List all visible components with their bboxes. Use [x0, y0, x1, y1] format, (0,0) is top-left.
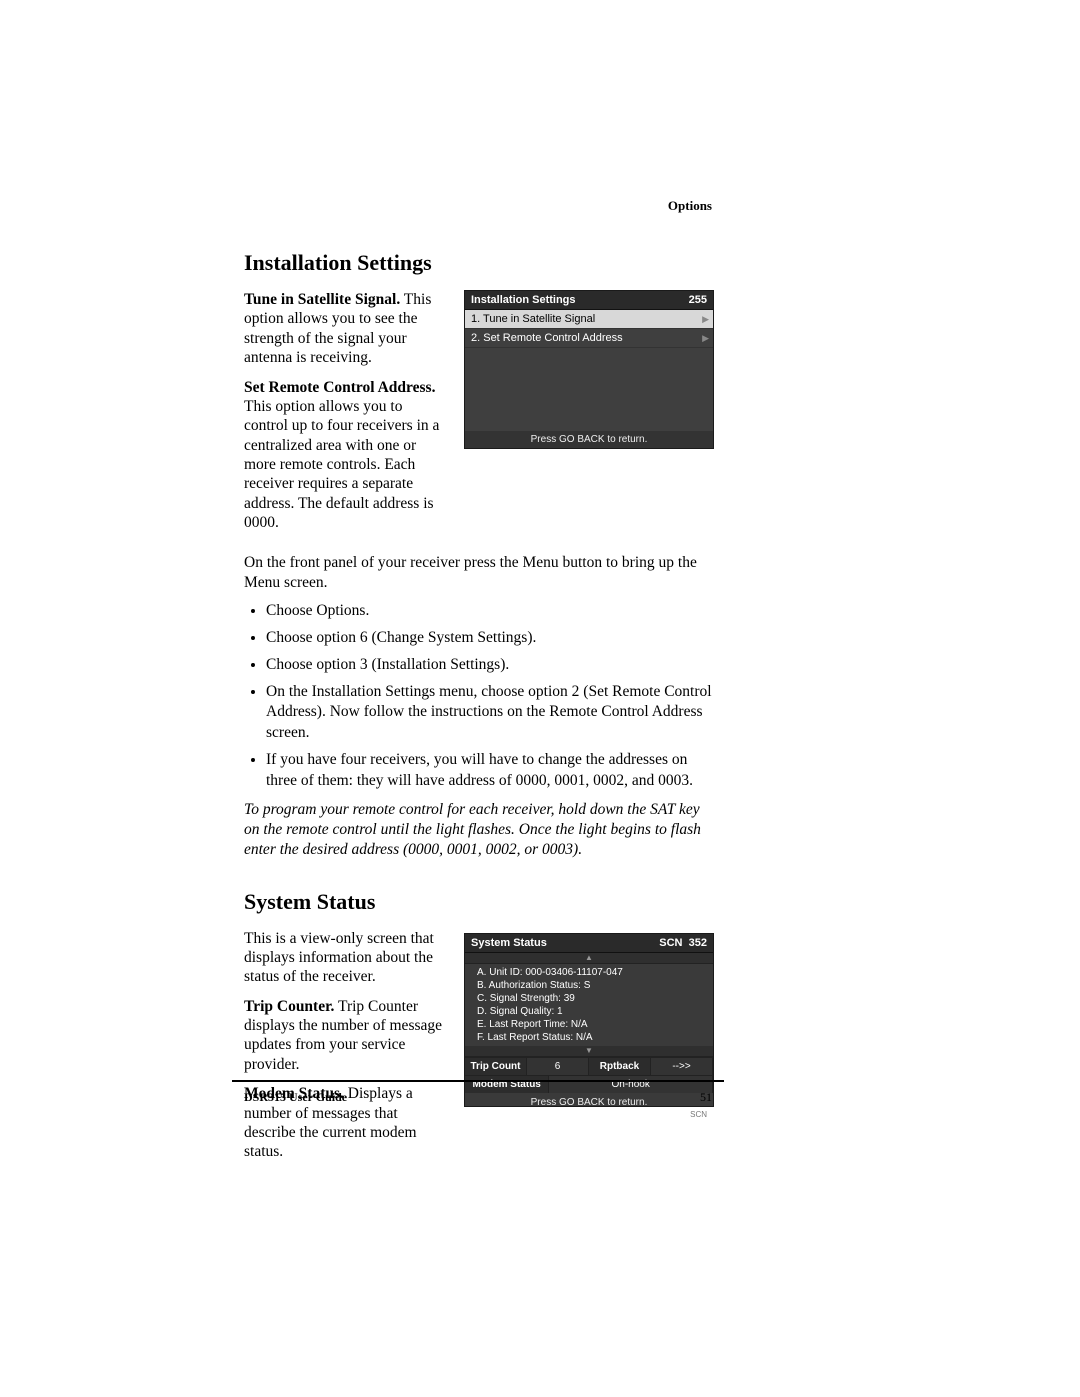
osd1-menu-item-2: 2. Set Remote Control Address ▶ [465, 329, 713, 348]
osd1-menu-item-1: 1. Tune in Satellite Signal ▶ [465, 310, 713, 329]
rptback-value-cell: -->> [651, 1058, 713, 1075]
remote-address-label: Set Remote Control Address. [244, 379, 435, 396]
instruction-list: Choose Options. Choose option 6 (Change … [244, 601, 712, 792]
list-item: Choose option 6 (Change System Settings)… [266, 628, 712, 649]
list-item: Choose option 3 (Installation Settings). [266, 655, 712, 676]
status-line: C. Signal Strength: 39 [477, 992, 705, 1005]
osd2-code: 352 [689, 937, 707, 949]
list-item: Choose Options. [266, 601, 712, 622]
osd1-code: 255 [689, 294, 707, 306]
trip-counter-label: Trip Counter. [244, 998, 334, 1015]
chevron-right-icon: ▶ [702, 314, 709, 325]
footer-page-number: 51 [700, 1090, 712, 1105]
scroll-down-icon: ▼ [465, 1046, 713, 1057]
trip-count-label-cell: Trip Count [465, 1058, 527, 1075]
installation-settings-screenshot: Installation Settings 255 1. Tune in Sat… [464, 290, 714, 449]
status-line: E. Last Report Time: N/A [477, 1018, 705, 1031]
trip-count-value-cell: 6 [527, 1058, 589, 1075]
status-text-column: This is a view-only screen that displays… [244, 929, 450, 1172]
status-line: D. Signal Quality: 1 [477, 1005, 705, 1018]
osd1-footer: Press GO BACK to return. [465, 431, 713, 448]
rptback-label-cell: Rptback [589, 1058, 651, 1075]
remote-address-text: This option allows you to control up to … [244, 398, 439, 531]
tune-signal-label: Tune in Satellite Signal. [244, 291, 400, 308]
osd1-title: Installation Settings [471, 294, 576, 306]
status-line: A. Unit ID: 000-03406-11107-047 [477, 966, 705, 979]
front-panel-paragraph: On the front panel of your receiver pres… [244, 553, 712, 593]
chevron-right-icon: ▶ [702, 333, 709, 344]
list-item: On the Installation Settings menu, choos… [266, 682, 712, 745]
footer-rule [232, 1080, 724, 1082]
scroll-up-icon: ▲ [465, 953, 713, 964]
osd2-brand: SCN [465, 1110, 713, 1119]
page-header-section: Options [668, 198, 712, 214]
status-line: F. Last Report Status: N/A [477, 1031, 705, 1044]
list-item: If you have four receivers, you will hav… [266, 750, 712, 792]
osd1-menu-item-1-text: 1. Tune in Satellite Signal [471, 313, 595, 325]
osd2-scn: SCN [659, 937, 682, 949]
osd1-menu-item-2-text: 2. Set Remote Control Address [471, 332, 623, 344]
status-intro-text: This is a view-only screen that displays… [244, 929, 450, 987]
programming-note: To program your remote control for each … [244, 800, 712, 860]
footer-guide-name: DSR315 User Guide [244, 1090, 347, 1105]
heading-installation-settings: Installation Settings [244, 250, 712, 276]
status-line: B. Authorization Status: S [477, 979, 705, 992]
heading-system-status: System Status [244, 889, 712, 915]
osd2-title: System Status [471, 937, 547, 949]
install-text-column: Tune in Satellite Signal. This option al… [244, 290, 450, 543]
